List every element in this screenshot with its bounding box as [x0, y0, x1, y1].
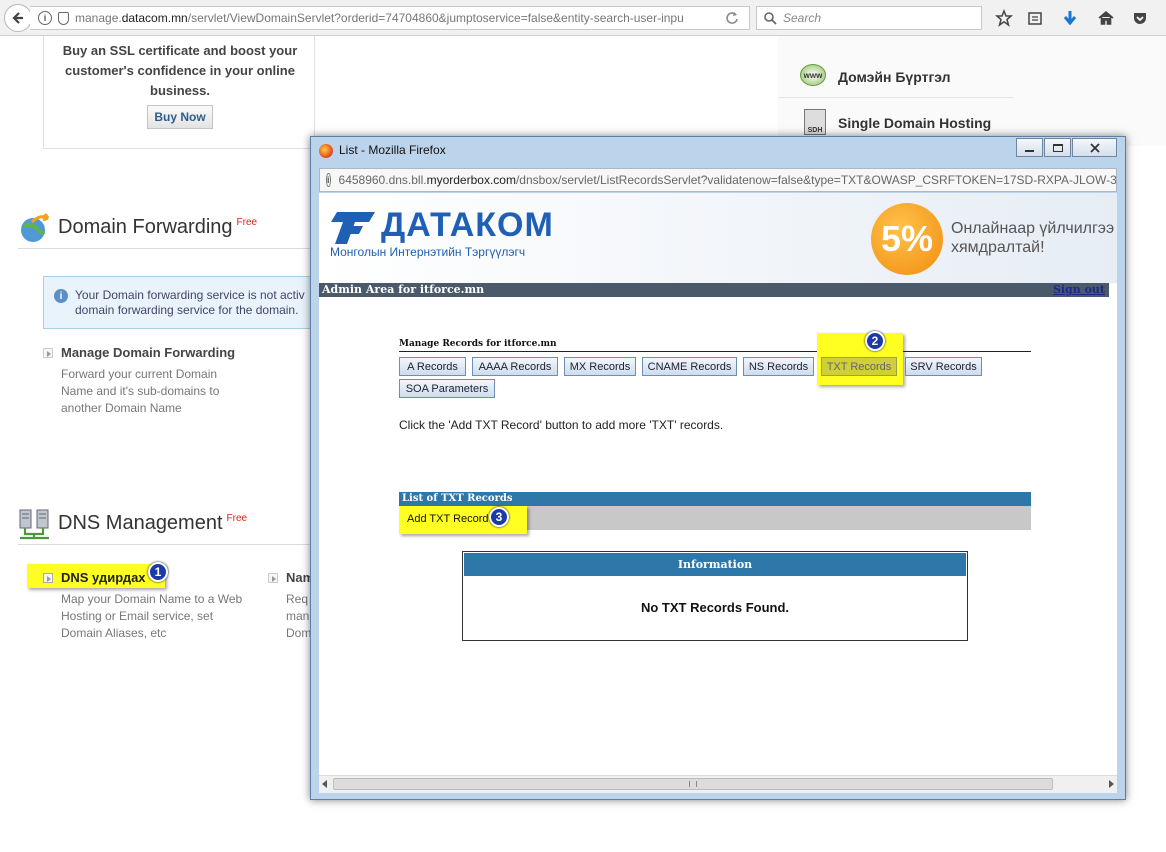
scroll-right-icon[interactable] — [1109, 780, 1114, 788]
datacom-banner: ДАТАКОМ Монголын Интернэтийн Тэргүүлэгч … — [319, 193, 1117, 283]
section-divider — [18, 248, 310, 249]
popup-url-text: 6458960.dns.bll.myorderbox.com/dnsbox/se… — [338, 173, 1117, 187]
popup-content: ДАТАКОМ Монголын Интернэтийн Тэргүүлэгч … — [319, 193, 1117, 775]
popup-url-bar[interactable]: i 6458960.dns.bll.myorderbox.com/dnsbox/… — [319, 168, 1117, 192]
tab-srv-records[interactable]: SRV Records — [905, 357, 982, 376]
url-text: manage.datacom.mn/servlet/ViewDomainServ… — [75, 11, 684, 25]
info-icon: i — [326, 173, 331, 187]
tab-txt-records[interactable]: TXT Records — [821, 357, 897, 376]
maximize-icon — [1052, 143, 1063, 152]
chevron-right-icon — [268, 573, 278, 583]
step-badge-1: 1 — [148, 562, 168, 582]
ssl-text: Buy an SSL certificate and boost your cu… — [62, 43, 298, 98]
dns-management-icon — [18, 508, 52, 540]
clipboard-icon — [1028, 12, 1042, 25]
sidebar-item-domain-register[interactable]: www Домэйн Бүртгэл — [778, 52, 1014, 98]
forwarding-info-box: i Your Domain forwarding service is not … — [43, 276, 311, 329]
server-icon: SDH — [804, 109, 826, 135]
section-divider — [18, 544, 310, 545]
pocket-icon — [1134, 13, 1146, 24]
admin-bar: Admin Area for itforce.mn Sign out — [319, 283, 1109, 297]
datacom-logo-subtitle: Монголын Интернэтийн Тэргүүлэгч — [330, 245, 526, 259]
horizontal-scrollbar[interactable] — [319, 775, 1117, 793]
instruction-text: Click the 'Add TXT Record' button to add… — [399, 418, 724, 432]
maximize-button[interactable] — [1044, 138, 1071, 157]
information-box: Information No TXT Records Found. — [462, 551, 968, 641]
grip-icon — [689, 781, 697, 787]
pocket-button[interactable] — [1128, 6, 1152, 30]
minimize-icon — [1025, 149, 1034, 152]
information-header: Information — [464, 553, 966, 577]
datacom-logo-text: ДАТАКОМ — [381, 206, 554, 244]
buy-now-button[interactable]: Buy Now — [147, 105, 213, 129]
information-header-text: Information — [677, 558, 753, 571]
dns-management-title: DNS Management Free — [58, 512, 248, 534]
ssl-card: Buy an SSL certificate and boost your cu… — [43, 36, 315, 149]
sidebar-item-label: Single Domain Hosting — [838, 115, 992, 131]
firefox-icon — [319, 144, 333, 158]
info-circle-icon: i — [54, 289, 68, 303]
search-icon — [764, 12, 777, 25]
close-icon — [1089, 142, 1100, 153]
close-button[interactable] — [1072, 138, 1117, 157]
search-placeholder: Search — [783, 11, 822, 25]
popup-title: List - Mozilla Firefox — [339, 143, 446, 157]
back-button[interactable] — [4, 4, 32, 32]
shield-icon[interactable] — [58, 11, 69, 25]
back-arrow-icon — [12, 12, 23, 24]
reload-button[interactable] — [720, 6, 744, 30]
url-bar[interactable]: i manage.datacom.mn/servlet/ViewDomainSe… — [30, 6, 750, 30]
bookmarks-button[interactable] — [1023, 6, 1047, 30]
manage-forwarding-desc: Forward your current Domain Name and it'… — [61, 367, 220, 415]
promo-badge: 5% — [871, 203, 943, 275]
dns-manage-desc: Map your Domain Name to a Web Hosting or… — [61, 592, 243, 640]
dns-manage-link[interactable]: DNS удирдах — [61, 570, 146, 585]
domain-forwarding-icon — [18, 212, 50, 244]
home-icon — [1098, 10, 1114, 25]
name-server-link[interactable]: Nam — [286, 570, 310, 585]
bookmark-star-button[interactable] — [992, 6, 1016, 30]
browser-toolbar: i manage.datacom.mn/servlet/ViewDomainSe… — [0, 0, 1166, 36]
datacom-logo-icon — [329, 212, 375, 244]
scrollbar-thumb[interactable] — [333, 778, 1053, 790]
list-header: List of TXT Records — [399, 492, 1031, 506]
admin-area-label: Admin Area for itforce.mn — [322, 283, 485, 296]
manage-forwarding-link[interactable]: Manage Domain Forwarding — [61, 345, 235, 360]
downloads-button[interactable] — [1058, 6, 1082, 30]
tab-aaaa-records[interactable]: AAAA Records — [472, 357, 558, 376]
popup-window: List - Mozilla Firefox i 6458960.dns.bll… — [310, 136, 1126, 800]
name-server-desc: Req man Dom — [286, 592, 310, 640]
sidebar-item-label: Домэйн Бүртгэл — [838, 69, 951, 85]
promo-text: Онлайнаар үйлчилгээ хямдралтай! — [951, 220, 1115, 256]
list-header-text: List of TXT Records — [402, 493, 513, 504]
sign-out-link[interactable]: Sign out — [1052, 283, 1105, 296]
tab-soa-parameters[interactable]: SOA Parameters — [399, 379, 495, 398]
manage-records-underline — [399, 351, 1031, 352]
star-icon — [995, 9, 1013, 27]
www-icon: www — [800, 64, 826, 86]
info-icon[interactable]: i — [38, 11, 52, 25]
scroll-left-icon[interactable] — [322, 780, 327, 788]
tab-ns-records[interactable]: NS Records — [743, 357, 814, 376]
tab-a-records[interactable]: A Records — [399, 357, 466, 376]
no-records-message: No TXT Records Found. — [640, 600, 790, 615]
free-badge: Free — [236, 217, 258, 229]
right-sidebar: www Домэйн Бүртгэл SDH Single Domain Hos… — [778, 36, 1166, 146]
download-arrow-icon — [1063, 11, 1077, 26]
forwarding-info-text: Your Domain forwarding service is not ac… — [75, 288, 305, 317]
step-badge-3: 3 — [489, 507, 509, 527]
add-txt-record-button[interactable]: Add TXT Record — [403, 510, 493, 528]
tab-mx-records[interactable]: MX Records — [564, 357, 636, 376]
minimize-button[interactable] — [1016, 138, 1043, 157]
chevron-right-icon — [43, 573, 53, 583]
step-badge-2: 2 — [865, 331, 885, 351]
tab-cname-records[interactable]: CNAME Records — [642, 357, 737, 376]
manage-records-title: Manage Records for itforce.mn — [399, 339, 557, 349]
free-badge: Free — [226, 513, 248, 525]
chevron-right-icon — [43, 348, 53, 358]
search-input[interactable]: Search — [756, 6, 982, 30]
domain-forwarding-title: Domain Forwarding Free — [58, 216, 258, 238]
reload-icon — [726, 12, 738, 24]
home-button[interactable] — [1094, 6, 1118, 30]
